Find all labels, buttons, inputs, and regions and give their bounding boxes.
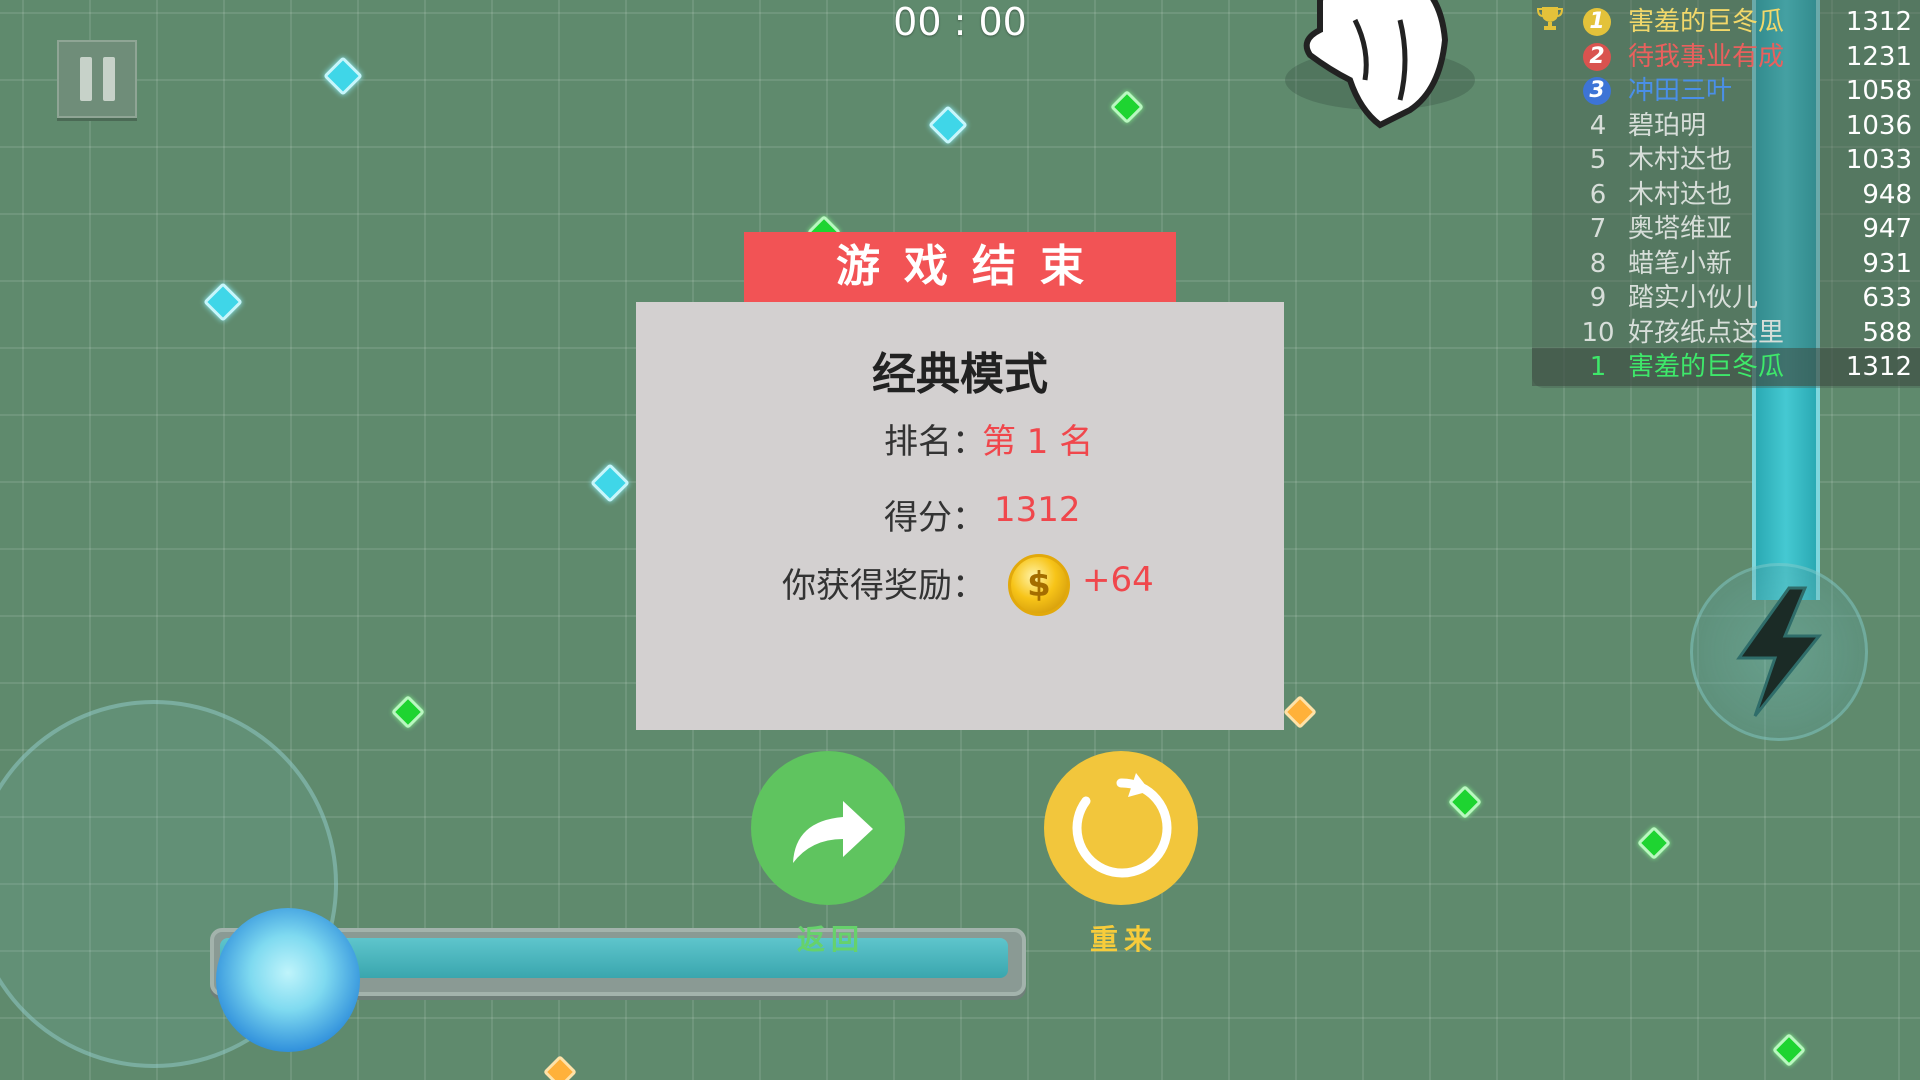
leaderboard-row: 2 待我事业有成 1231 (1532, 40, 1920, 74)
green-gem (1448, 785, 1482, 819)
leaderboard-name: 踏实小伙儿 (1628, 283, 1759, 313)
cyan-gem (323, 56, 363, 96)
leaderboard-rank: 6 (1589, 179, 1607, 210)
orange-gem (543, 1055, 577, 1080)
leaderboard-rank: 4 (1589, 110, 1607, 141)
self-score: 1312 (1845, 352, 1912, 382)
retry-button-label[interactable]: 重来 (1044, 918, 1198, 958)
score-label: 得分： (884, 498, 986, 538)
joystick-knob[interactable] (216, 908, 360, 1052)
leaderboard: 1 害羞的巨冬瓜 1312 2 待我事业有成 1231 3 冲田三叶 1058 4 碧珀明 1036 5… (1532, 0, 1920, 388)
mode-title: 经典模式 (872, 349, 1048, 400)
cyan-gem (590, 463, 630, 503)
leaderboard-score: 1036 (1845, 110, 1912, 141)
leaderboard-row: 10 好孩纸点这里 588 (1532, 316, 1920, 350)
back-button-label[interactable]: 返回 (751, 918, 905, 958)
leaderboard-self-row: 1 害羞的巨冬瓜 1312 (1532, 348, 1920, 386)
rank-value: 第 1 名 (982, 422, 1094, 462)
leaderboard-rank: 9 (1589, 283, 1607, 313)
reward-label: 你获得奖励： (782, 566, 986, 606)
match-timer: 00 : 00 (893, 0, 1027, 44)
game-stage: 00 : 00 1 害羞的巨冬瓜 1312 2 待我事业有成 1231 3 冲田三叶 1058 4… (0, 0, 1920, 1080)
reward-value: +64 (1082, 560, 1154, 600)
retry-button[interactable] (1044, 751, 1198, 905)
leaderboard-row: 9 踏实小伙儿 633 (1532, 281, 1920, 315)
leaderboard-name: 冲田三叶 (1628, 76, 1733, 106)
leaderboard-row: 7 奥塔维亚 947 (1532, 212, 1920, 246)
leaderboard-score: 948 (1862, 179, 1912, 210)
coin-icon: $ (1008, 554, 1070, 616)
self-rank: 1 (1589, 352, 1607, 382)
leaderboard-score: 1058 (1845, 76, 1912, 106)
leaderboard-score: 633 (1862, 283, 1912, 313)
green-gem (1110, 90, 1144, 124)
green-gem (1637, 826, 1671, 860)
refresh-icon (1072, 773, 1172, 878)
pause-icon-bar (102, 57, 115, 101)
green-gem (1772, 1033, 1806, 1067)
leaderboard-row: 1 害羞的巨冬瓜 1312 (1532, 5, 1920, 39)
leaderboard-name: 蜡笔小新 (1628, 248, 1733, 279)
lightning-icon (1736, 586, 1823, 717)
cyan-gem (928, 105, 968, 145)
leaderboard-row: 5 木村达也 1033 (1532, 143, 1920, 177)
leaderboard-row: 8 蜡笔小新 931 (1532, 247, 1920, 281)
share-arrow-icon (793, 801, 873, 863)
rank-medal-icon: 3 (1583, 77, 1611, 105)
leaderboard-score: 1231 (1845, 41, 1912, 72)
leaderboard-rank: 8 (1589, 248, 1607, 279)
rank-medal-icon: 1 (1583, 8, 1611, 36)
skill-button[interactable] (1690, 563, 1868, 741)
leaderboard-row: 3 冲田三叶 1058 (1532, 74, 1920, 108)
leaderboard-name: 奥塔维亚 (1628, 214, 1733, 244)
pause-icon-bar (79, 57, 92, 101)
leaderboard-row: 4 碧珀明 1036 (1532, 109, 1920, 143)
score-value: 1312 (994, 490, 1081, 530)
self-name: 害羞的巨冬瓜 (1628, 352, 1785, 382)
leaderboard-name: 木村达也 (1628, 179, 1733, 210)
pause-button[interactable] (57, 40, 137, 118)
leaderboard-name: 好孩纸点这里 (1628, 317, 1785, 348)
rank-label: 排名： (884, 422, 986, 462)
leaderboard-name: 害羞的巨冬瓜 (1628, 7, 1785, 37)
back-button[interactable] (751, 751, 905, 905)
game-over-dialog: 经典模式 排名： 第 1 名 得分： 1312 你获得奖励： $ +64 (636, 302, 1284, 730)
leaderboard-rank: 7 (1589, 214, 1607, 244)
leaderboard-score: 947 (1862, 214, 1912, 244)
leaderboard-name: 木村达也 (1628, 145, 1733, 175)
leaderboard-score: 1312 (1845, 7, 1912, 37)
leaderboard-name: 待我事业有成 (1628, 41, 1785, 72)
cyan-gem (203, 282, 243, 322)
leaderboard-rank: 5 (1589, 145, 1607, 175)
orange-gem (1283, 695, 1317, 729)
leaderboard-score: 931 (1862, 248, 1912, 279)
rank-medal-icon: 2 (1583, 42, 1611, 71)
leaderboard-row: 6 木村达也 948 (1532, 178, 1920, 212)
leaderboard-score: 588 (1862, 317, 1912, 348)
leaderboard-score: 1033 (1845, 145, 1912, 175)
white-creature-icon (1285, 0, 1475, 129)
game-over-banner: 游戏结束 (744, 232, 1176, 302)
leaderboard-name: 碧珀明 (1628, 110, 1707, 141)
leaderboard-rank: 10 (1581, 317, 1615, 348)
green-gem (391, 695, 425, 729)
